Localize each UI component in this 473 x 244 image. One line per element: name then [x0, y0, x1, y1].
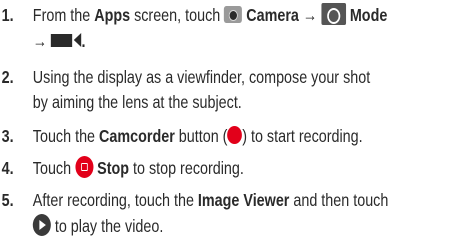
camcorder-label: Camcorder	[99, 126, 175, 146]
text: After recording, touch the	[32, 190, 198, 210]
step-number: 2.	[1, 67, 14, 87]
camcorder-icon-lens	[74, 33, 82, 48]
stop-label: Stop	[97, 158, 130, 178]
camera-icon	[224, 5, 243, 23]
step-text: From the Apps screen, touch Camera → Mod…	[33, 2, 388, 28]
text: ) to start recording.	[242, 126, 363, 146]
step-text: After recording, touch the Image Viewer …	[33, 187, 389, 213]
camera-label: Camera	[246, 5, 299, 25]
image-viewer-label: Image Viewer	[197, 190, 290, 210]
text: Touch the	[32, 126, 100, 146]
step-text: by aiming the lens at the subject.	[32, 92, 242, 112]
step-text: Touch the Camcorder button ( ) to start r…	[33, 123, 363, 149]
step-text: to play the video.	[32, 213, 164, 239]
mode-label: Mode	[349, 5, 388, 25]
step-text: → .	[32, 31, 86, 51]
text: From the	[32, 5, 95, 25]
arrow: →	[298, 5, 322, 25]
arrow: →	[32, 31, 52, 51]
step-number: 1.	[1, 5, 14, 25]
text: button (	[174, 126, 228, 146]
text: Touch	[32, 158, 76, 178]
text: to play the video.	[50, 216, 164, 236]
step-number: 5.	[1, 190, 14, 210]
step-number: 4.	[1, 158, 14, 178]
text: to stop recording.	[129, 158, 244, 178]
step-text: Using the display as a viewfinder, compo…	[32, 67, 371, 87]
apps-label: Apps	[94, 5, 131, 25]
camcorder-icon	[51, 33, 73, 47]
step-number: 3.	[1, 126, 14, 146]
stop-icon	[75, 156, 94, 179]
text: screen, touch	[130, 5, 225, 25]
step-text: Touch Stop to stop recording.	[33, 155, 244, 181]
record-button-icon	[227, 126, 243, 145]
camera-mode-icon	[321, 3, 346, 26]
play-icon	[32, 214, 51, 237]
text: and then touch	[289, 190, 389, 210]
